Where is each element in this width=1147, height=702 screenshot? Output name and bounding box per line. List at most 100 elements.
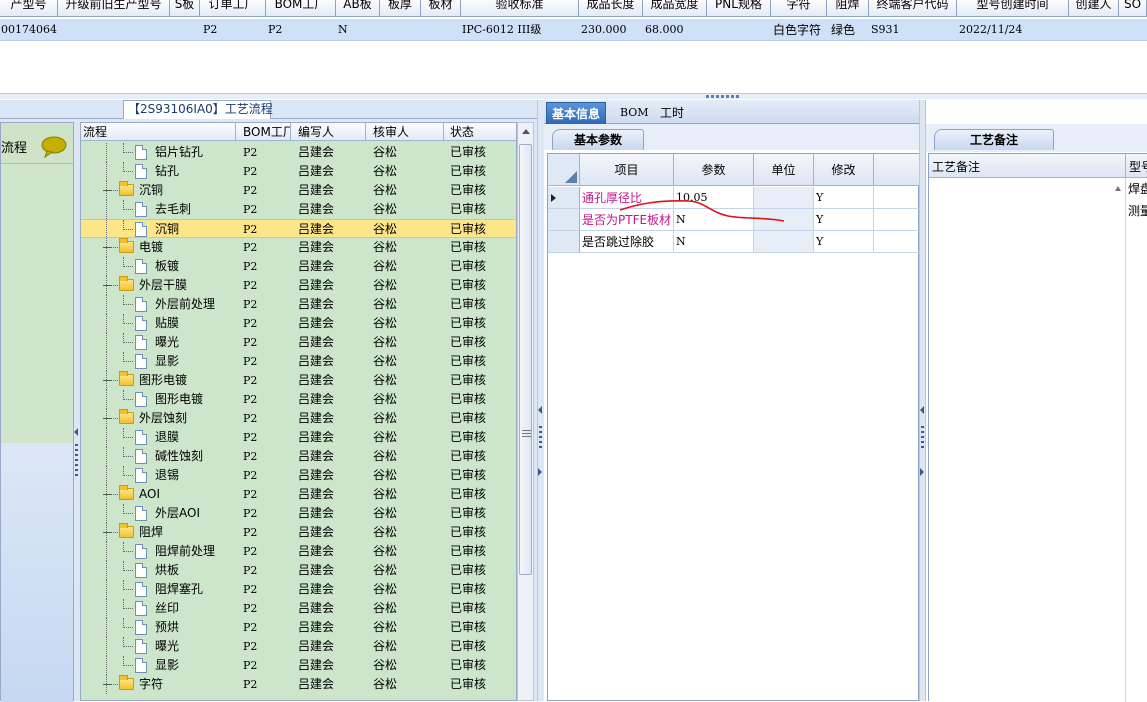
tree-step-row[interactable]: 碱性蚀刻 P2 吕建会 谷松 已审核 — [81, 447, 516, 466]
collapse-icon[interactable] — [103, 532, 111, 533]
tree-connector — [111, 532, 118, 533]
tree-step-row[interactable]: 铝片钻孔 P2 吕建会 谷松 已审核 — [81, 143, 516, 162]
tree-step-row[interactable]: 预烘 P2 吕建会 谷松 已审核 — [81, 618, 516, 637]
tree-step-row[interactable]: 阻焊塞孔 P2 吕建会 谷松 已审核 — [81, 580, 516, 599]
col-header-model[interactable]: 产型号 — [0, 0, 58, 17]
tree-header-writer[interactable]: 编写人 — [291, 123, 366, 141]
tab-bom[interactable]: BOM — [615, 102, 654, 124]
tab-basic-params[interactable]: 基本参数 — [552, 129, 644, 150]
col-header-order-factory[interactable]: 订单工厂 — [200, 0, 266, 17]
row-indicator[interactable] — [548, 209, 580, 231]
tree-group-row[interactable]: 字符 P2 吕建会 谷松 已审核 — [81, 675, 516, 694]
col-header-pnl[interactable]: PNL规格 — [707, 0, 771, 17]
tree-step-row[interactable]: 阻焊前处理 P2 吕建会 谷松 已审核 — [81, 542, 516, 561]
tree-group-row[interactable]: 图形电镀 P2 吕建会 谷松 已审核 — [81, 371, 516, 390]
tree-header-bom-factory[interactable]: BOM工厂 — [236, 123, 291, 141]
tab-basic-info[interactable]: 基本信息 — [546, 102, 607, 124]
tab-process-remarks[interactable]: 工艺备注 — [934, 129, 1054, 150]
tree-step-row[interactable]: 曝光 P2 吕建会 谷松 已审核 — [81, 333, 516, 352]
collapse-icon[interactable] — [103, 247, 111, 248]
tree-writer: 吕建会 — [298, 468, 335, 482]
tree-status: 已审核 — [450, 468, 487, 482]
remarks-header-model[interactable]: 型号 — [1129, 158, 1147, 175]
remarks-header-label[interactable]: 工艺备注 — [932, 158, 980, 175]
tree-header-status[interactable]: 状态 — [444, 123, 516, 141]
tree-bom-factory: P2 — [243, 393, 258, 406]
tree-step-row[interactable]: 外层AOI P2 吕建会 谷松 已审核 — [81, 504, 516, 523]
tree-step-row[interactable]: 图形电镀 P2 吕建会 谷松 已审核 — [81, 390, 516, 409]
tree-step-row[interactable]: 退膜 P2 吕建会 谷松 已审核 — [81, 428, 516, 447]
row-indicator[interactable] — [548, 231, 580, 253]
tree-step-row[interactable]: 烘板 P2 吕建会 谷松 已审核 — [81, 561, 516, 580]
collapse-icon[interactable] — [103, 380, 111, 381]
tree-step-row[interactable]: 钻孔 P2 吕建会 谷松 已审核 — [81, 162, 516, 181]
col-header-customer[interactable]: 终端客户代码 — [869, 0, 957, 17]
tree-bom-factory: P2 — [243, 298, 258, 311]
tree-step-name: 阻焊塞孔 — [155, 582, 204, 596]
grid-header-value[interactable]: 参数 — [674, 154, 754, 186]
tree-connector — [123, 475, 133, 476]
right-splitter[interactable] — [919, 100, 926, 701]
scroll-up-icon[interactable] — [521, 127, 531, 135]
col-header-material[interactable]: 板材 — [421, 0, 461, 17]
tree-group-row[interactable]: 阻焊 P2 吕建会 谷松 已审核 — [81, 523, 516, 542]
tree-step-row[interactable]: 去毛刺 P2 吕建会 谷松 已审核 — [81, 200, 516, 219]
col-header-thickness[interactable]: 板厚 — [380, 0, 421, 17]
scroll-up-icon[interactable] — [1114, 184, 1122, 192]
tree-group-row[interactable]: AOI P2 吕建会 谷松 已审核 — [81, 485, 516, 504]
tree-step-row[interactable]: 板镀 P2 吕建会 谷松 已审核 — [81, 257, 516, 276]
tree-group-row[interactable]: 外层干膜 P2 吕建会 谷松 已审核 — [81, 276, 516, 295]
speech-bubble-icon[interactable] — [41, 136, 67, 158]
tree-step-row[interactable]: 外层前处理 P2 吕建会 谷松 已审核 — [81, 295, 516, 314]
col-header-bom-factory[interactable]: BOM工厂 — [266, 0, 336, 17]
cell-created: 2022/11/24 — [959, 23, 1023, 36]
col-header-so[interactable]: SO — [1119, 0, 1147, 17]
tree-group-row[interactable]: 电镀 P2 吕建会 谷松 已审核 — [81, 238, 516, 257]
grid-corner[interactable] — [548, 154, 580, 186]
tree-header-reviewer[interactable]: 核审人 — [366, 123, 444, 141]
tree-step-name: 显影 — [155, 354, 180, 368]
tree-bom-factory: P2 — [243, 355, 258, 368]
middle-splitter[interactable] — [537, 100, 544, 701]
col-header-old-model[interactable]: 升级前旧生产型号 — [58, 0, 170, 17]
tree-step-row[interactable]: 贴膜 P2 吕建会 谷松 已审核 — [81, 314, 516, 333]
tree-group-row[interactable]: 沉铜 P2 吕建会 谷松 已审核 — [81, 181, 516, 200]
col-header-char[interactable]: 字符 — [771, 0, 827, 17]
col-header-standard[interactable]: 验收标准 — [461, 0, 579, 17]
col-header-ab-board[interactable]: AB板 — [336, 0, 380, 17]
tree-status: 已审核 — [450, 544, 487, 558]
model-row[interactable]: 00174064 P2 P2 N IPC-6012 III级 230.000 6… — [0, 19, 1147, 41]
param-value[interactable]: N — [674, 231, 754, 253]
collapse-icon[interactable] — [103, 285, 111, 286]
col-header-s-board[interactable]: S板 — [170, 0, 200, 17]
collapse-icon[interactable] — [103, 190, 111, 191]
tree-step-row[interactable]: 曝光 P2 吕建会 谷松 已审核 — [81, 637, 516, 656]
tree-header-flow[interactable]: 流程 — [81, 123, 236, 141]
tree-step-row[interactable]: 显影 P2 吕建会 谷松 已审核 — [81, 352, 516, 371]
col-header-mask[interactable]: 阻焊 — [827, 0, 869, 17]
scrollbar-thumb[interactable] — [519, 144, 532, 575]
cell-order-factory: P2 — [203, 23, 218, 36]
tree-step-row[interactable]: 丝印 P2 吕建会 谷松 已审核 — [81, 599, 516, 618]
grid-header-item[interactable]: 项目 — [580, 154, 674, 186]
grid-header-unit[interactable]: 单位 — [754, 154, 814, 186]
tree-step-row[interactable]: 沉铜 P2 吕建会 谷松 已审核 — [81, 219, 516, 239]
col-header-created[interactable]: 型号创建时间 — [957, 0, 1069, 17]
process-flow-tab[interactable]: 【2S93106IA0】工艺流程 — [123, 100, 273, 119]
col-header-creator[interactable]: 创建人 — [1069, 0, 1119, 17]
tree-step-row[interactable]: 退锡 P2 吕建会 谷松 已审核 — [81, 466, 516, 485]
cell-bom-factory: P2 — [268, 23, 283, 36]
row-indicator[interactable] — [548, 187, 580, 209]
col-header-width[interactable]: 成品宽度 — [643, 0, 707, 17]
collapse-icon[interactable] — [103, 684, 111, 685]
tree-group-row[interactable]: 外层蚀刻 P2 吕建会 谷松 已审核 — [81, 409, 516, 428]
col-header-length[interactable]: 成品长度 — [579, 0, 643, 17]
tab-labor-hours[interactable]: 工时 — [655, 102, 689, 124]
collapse-icon[interactable] — [103, 418, 111, 419]
collapse-icon[interactable] — [103, 494, 111, 495]
tree-step-row[interactable]: 显影 P2 吕建会 谷松 已审核 — [81, 656, 516, 675]
nav-header[interactable]: 流程 — [1, 123, 73, 163]
param-row[interactable]: 是否跳过除胶 N Y — [548, 231, 920, 253]
grid-header-edit[interactable]: 修改 — [814, 154, 874, 186]
horizontal-splitter[interactable] — [0, 93, 1147, 99]
